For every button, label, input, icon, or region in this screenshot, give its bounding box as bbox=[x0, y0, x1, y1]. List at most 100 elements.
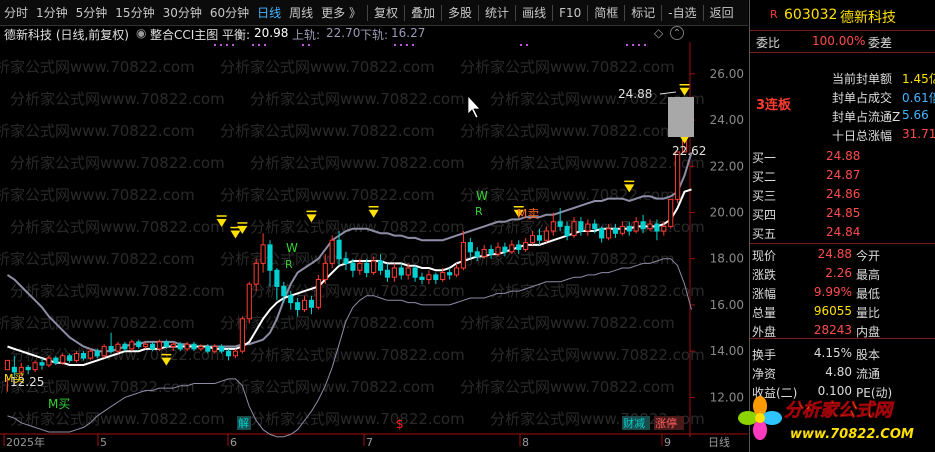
candle-body bbox=[184, 343, 190, 350]
toolbar-separator bbox=[367, 4, 368, 21]
signal-triangle-icon bbox=[230, 230, 241, 239]
collapse-icon[interactable]: ⌃ bbox=[670, 26, 684, 40]
event-dot bbox=[626, 44, 628, 46]
stat-label-2: 最高 bbox=[856, 268, 881, 282]
gear-icon[interactable]: ◇ bbox=[654, 26, 663, 40]
kline-chart[interactable]: 分析家公式网www.70822.com 分析家公式网www.70822.com 分析… bbox=[0, 42, 748, 452]
event-dot bbox=[406, 44, 408, 46]
period-tab[interactable]: 周线 bbox=[285, 0, 317, 26]
settings-dot-icon[interactable]: ◉ bbox=[136, 26, 146, 40]
candle-body bbox=[73, 352, 80, 361]
high-price-label: 24.88 bbox=[618, 87, 652, 101]
x-tick-label: 6 bbox=[230, 436, 237, 449]
toolbar-button[interactable]: 标记 bbox=[627, 0, 659, 26]
candle-body bbox=[605, 228, 612, 239]
toolbar-button[interactable]: 统计 bbox=[481, 0, 513, 26]
stat-label-2: 量比 bbox=[856, 306, 881, 320]
period-tab[interactable]: 日线 bbox=[253, 0, 285, 26]
watermark-text: 分析家公式网www.70822.com bbox=[10, 90, 225, 108]
candle-body bbox=[543, 230, 549, 241]
kline-chart-svg[interactable]: 分析家公式网www.70822.com 分析家公式网www.70822.com 分析… bbox=[0, 42, 748, 452]
y-tick-label: 24.00 bbox=[710, 113, 744, 127]
watermark-text: 分析家公式网www.70822.com bbox=[10, 410, 225, 428]
logo-title: 分析家公式网 bbox=[784, 400, 895, 421]
toolbar-button[interactable]: 返回 bbox=[706, 0, 738, 26]
weibi-label: 委比 bbox=[756, 36, 781, 50]
period-tab[interactable]: 15分钟 bbox=[111, 0, 158, 26]
toolbar-button[interactable]: 复权 bbox=[370, 0, 402, 26]
toolbar-button[interactable]: -自选 bbox=[664, 0, 700, 26]
stock-code: 603032 bbox=[784, 7, 838, 23]
bid-price: 24.86 bbox=[826, 187, 861, 201]
toolbar-separator bbox=[441, 4, 443, 21]
event-dot bbox=[264, 44, 266, 46]
period-tab[interactable]: 分时 bbox=[0, 0, 32, 26]
bid-row: 买三 24.86 bbox=[750, 185, 935, 204]
watermark-text: 分析家公式网www.70822.com bbox=[220, 122, 435, 140]
watermark-text: 分析家公式网www.70822.com bbox=[460, 378, 675, 396]
candle-body bbox=[377, 260, 384, 271]
upper-band-value: 22.70 bbox=[326, 26, 361, 40]
toolbar-button[interactable]: 多股 bbox=[444, 0, 476, 26]
watermark-text: 分析家公式网www.70822.com bbox=[10, 154, 225, 172]
stat-label-2: 最低 bbox=[856, 287, 881, 301]
toolbar-button[interactable]: F10 bbox=[555, 0, 585, 26]
stat-label-2: 流通 bbox=[856, 367, 881, 381]
candle-body bbox=[398, 267, 404, 276]
event-dot bbox=[302, 44, 304, 46]
candle-body bbox=[571, 221, 577, 237]
candle-body bbox=[592, 223, 598, 230]
bid-label: 买四 bbox=[752, 208, 777, 222]
toolbar-separator bbox=[404, 4, 406, 21]
candle-body bbox=[447, 272, 453, 276]
candle-body bbox=[412, 267, 418, 278]
candle-body bbox=[564, 225, 570, 237]
candle-body bbox=[419, 276, 425, 281]
bid-label: 买一 bbox=[752, 151, 777, 165]
period-tab[interactable]: 更多 》 bbox=[317, 0, 365, 26]
toolbar-separator bbox=[624, 4, 626, 21]
candle-body bbox=[191, 343, 197, 350]
period-tab[interactable]: 5分钟 bbox=[72, 0, 112, 26]
period-tab[interactable]: 30分钟 bbox=[159, 0, 206, 26]
stat-row: 现价 24.88 今开 bbox=[750, 245, 935, 264]
lianban-badge: 3连板 bbox=[756, 98, 792, 113]
candle-body bbox=[205, 346, 211, 352]
candle-body bbox=[364, 262, 370, 274]
toolbar-button[interactable]: 画线 bbox=[518, 0, 550, 26]
indicator-name[interactable]: 整合CCI主图 bbox=[150, 26, 218, 43]
period-toolbar: 分时 1分钟 5分钟 15分钟 30分钟 60分钟 日线 周线 更多 》复权 叠加 多股 统计 画线 F1… bbox=[0, 0, 748, 26]
quote-panel: R 603032 德新科技 委比 100.00% 委差 3连板 当前封单额 1.45… bbox=[749, 0, 935, 452]
candle-body bbox=[626, 225, 632, 232]
period-tab[interactable]: 60分钟 bbox=[206, 0, 253, 26]
flower-logo-icon bbox=[738, 396, 782, 440]
event-dot bbox=[644, 44, 646, 46]
toolbar-button[interactable]: 叠加 bbox=[407, 0, 439, 26]
x-tick-label: 8 bbox=[522, 436, 529, 449]
y-tick-label: 20.00 bbox=[710, 206, 744, 220]
toolbar-separator bbox=[661, 4, 663, 21]
candle-body bbox=[371, 260, 377, 274]
candle-body bbox=[94, 350, 100, 357]
bid-price: 24.88 bbox=[826, 149, 861, 163]
toolbar-button[interactable]: 简框 bbox=[590, 0, 622, 26]
candle-body bbox=[488, 248, 494, 255]
weibi-value: 100.00% bbox=[812, 34, 866, 48]
candle-body bbox=[163, 341, 169, 348]
divider bbox=[750, 338, 935, 339]
weicha-label: 委差 bbox=[868, 36, 893, 50]
period-tab[interactable]: 1分钟 bbox=[32, 0, 72, 26]
divider bbox=[750, 243, 935, 244]
y-tick-label: 22.00 bbox=[710, 159, 744, 173]
candle-body bbox=[308, 299, 315, 308]
candle-body bbox=[357, 262, 363, 271]
current-price-label: 22.62 bbox=[672, 144, 706, 158]
seal-label: 封单占流通Z bbox=[832, 110, 901, 124]
bid-row: 买五 24.84 bbox=[750, 223, 935, 242]
watermark-text: 分析家公式网www.70822.com bbox=[0, 314, 195, 332]
candle-body bbox=[39, 362, 45, 366]
x-tick-label: 日线 bbox=[708, 435, 730, 449]
candle-body bbox=[32, 362, 38, 371]
candle-body bbox=[4, 359, 11, 371]
x-tick-label: 9 bbox=[664, 436, 671, 449]
